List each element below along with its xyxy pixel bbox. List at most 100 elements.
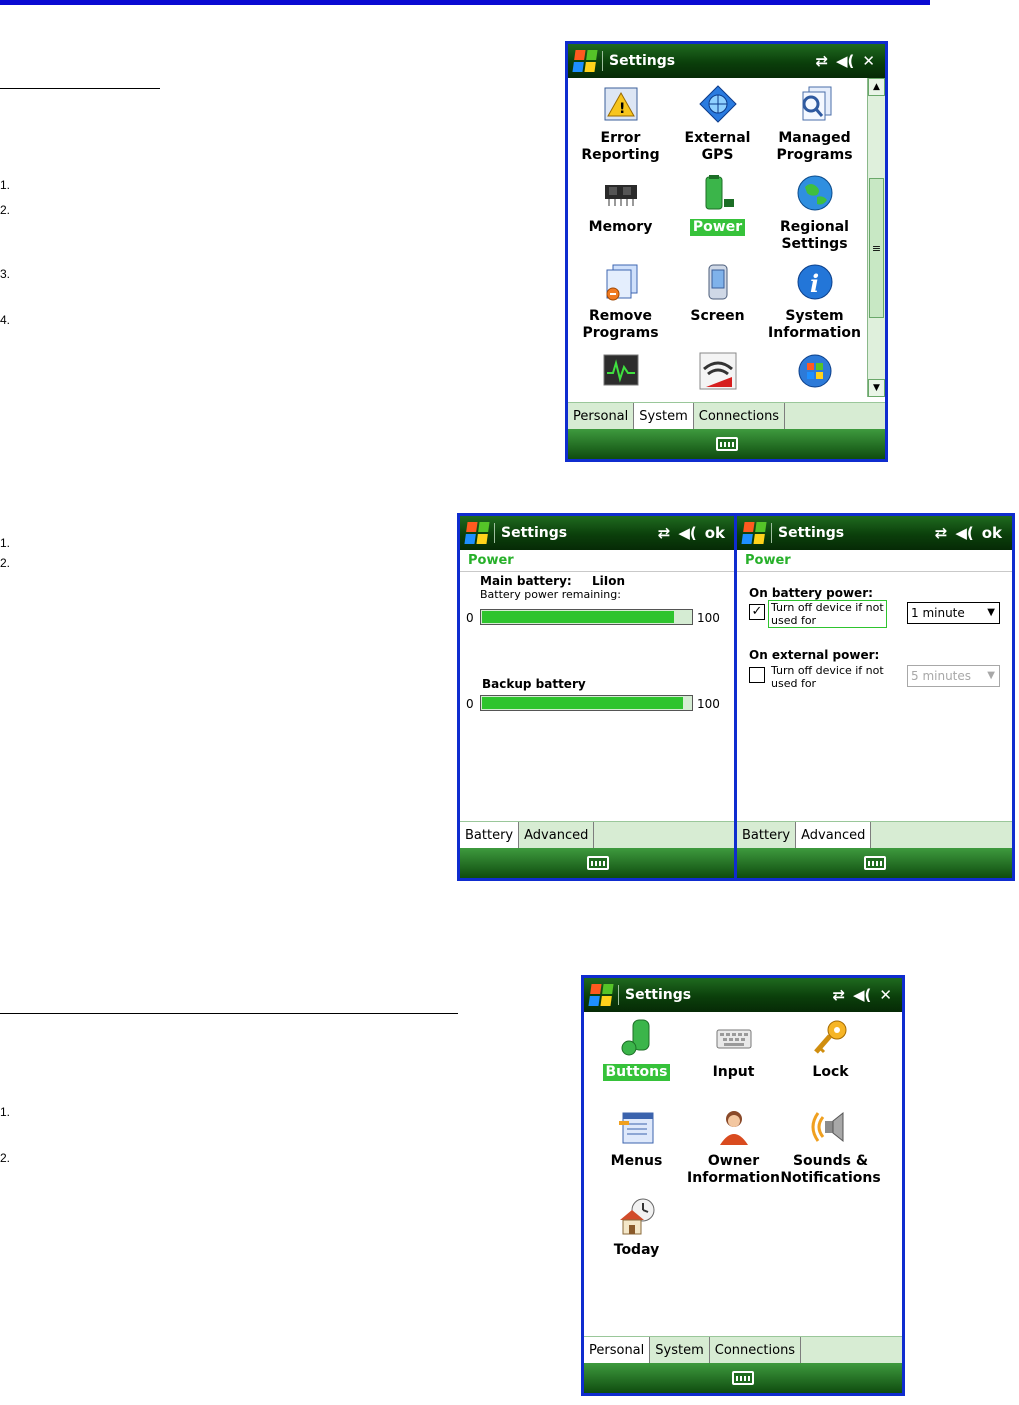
connectivity-icon[interactable]: ⇄	[832, 986, 845, 1004]
backup-battery-level-bar	[480, 695, 693, 711]
title-bar: Settings ⇄ ◀( ok	[737, 516, 1012, 550]
managed-programs-icon	[793, 82, 837, 126]
close-button[interactable]: ✕	[879, 986, 892, 1004]
settings-item-buttons[interactable]: Buttons	[588, 1016, 685, 1105]
scroll-up-button[interactable]: ▲	[868, 78, 885, 96]
chevron-down-icon: ▼	[987, 607, 995, 618]
system-settings-screen: Settings ⇄ ◀( ✕ ! Error Reporting Extern…	[565, 41, 888, 462]
chevron-down-icon: ▼	[987, 670, 995, 681]
scroll-thumb[interactable]: ≡	[869, 178, 884, 318]
ok-button[interactable]: ok	[705, 524, 725, 542]
external-timeout-select[interactable]: 5 minutes ▼	[907, 665, 1000, 687]
item-label: Memory	[588, 219, 653, 235]
scale-min: 0	[466, 697, 474, 711]
window-title: Settings	[609, 53, 676, 69]
settings-item-memory[interactable]: Memory	[572, 171, 669, 260]
selected-value: 1 minute	[911, 606, 965, 620]
keyboard-icon	[712, 1016, 756, 1060]
external-power-heading: On external power:	[749, 648, 880, 662]
tab-system[interactable]: System	[634, 403, 694, 429]
remove-programs-icon	[599, 260, 643, 304]
tab-advanced[interactable]: Advanced	[519, 822, 595, 848]
ok-button[interactable]: ok	[982, 524, 1002, 542]
menu-bar	[584, 1363, 902, 1393]
settings-item-owner-information[interactable]: Owner Information	[685, 1105, 782, 1194]
item-label: GPS	[701, 147, 734, 163]
option-text: used for	[771, 614, 817, 627]
step-number: 4.	[0, 313, 11, 327]
svg-text:i: i	[810, 269, 819, 298]
volume-icon[interactable]: ◀(	[836, 52, 854, 70]
external-timeout-checkbox[interactable]	[749, 667, 765, 683]
item-label: Today	[613, 1242, 660, 1258]
windows-start-icon[interactable]	[464, 522, 490, 544]
scale-min: 0	[466, 611, 474, 625]
tab-system[interactable]: System	[650, 1337, 710, 1363]
power-tabs: Battery Advanced	[737, 821, 1012, 848]
volume-icon[interactable]: ◀(	[853, 986, 871, 1004]
step-number: 2.	[0, 203, 11, 217]
battery-timeout-select[interactable]: 1 minute ▼	[907, 602, 1000, 624]
vertical-scrollbar[interactable]: ▲ ≡ ▼	[867, 78, 885, 397]
volume-icon[interactable]: ◀(	[955, 524, 973, 542]
settings-item-external-gps[interactable]: External GPS	[669, 82, 766, 171]
tab-connections[interactable]: Connections	[710, 1337, 802, 1363]
tab-advanced[interactable]: Advanced	[796, 822, 872, 848]
window-title: Settings	[778, 525, 845, 541]
owner-person-icon	[712, 1105, 756, 1149]
menu-bar	[737, 848, 1012, 878]
settings-item-regional-settings[interactable]: Regional Settings	[766, 171, 863, 260]
item-label: Screen	[690, 308, 745, 324]
settings-item-system-information[interactable]: i System Information	[766, 260, 863, 349]
connectivity-icon[interactable]: ⇄	[935, 524, 948, 542]
tab-personal[interactable]: Personal	[568, 403, 635, 429]
buttons-icon	[615, 1016, 659, 1060]
connectivity-icon[interactable]: ⇄	[658, 524, 671, 542]
settings-item-lock[interactable]: Lock	[782, 1016, 879, 1105]
keyboard-icon[interactable]	[586, 856, 609, 870]
settings-icon-grid: Buttons Input Lock Menus Owner Informati…	[588, 1016, 881, 1283]
settings-item-menus[interactable]: Menus	[588, 1105, 685, 1194]
title-bar: Settings ⇄ ◀( ok	[460, 516, 735, 550]
keyboard-icon[interactable]	[715, 437, 738, 451]
windows-start-icon[interactable]	[588, 984, 614, 1006]
close-button[interactable]: ✕	[862, 52, 875, 70]
keyboard-icon[interactable]	[732, 1371, 754, 1385]
windows-start-icon[interactable]	[741, 522, 767, 544]
battery-timeout-checkbox[interactable]: ✓	[749, 604, 765, 620]
settings-item-input[interactable]: Input	[685, 1016, 782, 1105]
tab-connections[interactable]: Connections	[694, 403, 786, 429]
settings-item-screen[interactable]: Screen	[669, 260, 766, 349]
title-bar: Settings ⇄ ◀( ✕	[568, 44, 885, 78]
memory-icon	[599, 171, 643, 215]
item-label: Information	[768, 325, 861, 341]
settings-icon-grid: ! Error Reporting External GPS Managed P…	[572, 82, 863, 438]
tab-battery[interactable]: Battery	[737, 822, 797, 848]
scroll-down-button[interactable]: ▼	[868, 379, 885, 397]
settings-item-power[interactable]: Power	[669, 171, 766, 260]
step-number: 1.	[0, 1105, 11, 1119]
option-text: Turn off device if not	[771, 601, 884, 614]
power-tabs: Battery Advanced	[460, 821, 735, 848]
backup-battery-level-fill	[482, 697, 683, 709]
main-battery-level-fill	[482, 611, 675, 623]
windows-start-icon[interactable]	[572, 50, 598, 72]
window-title: Settings	[625, 987, 692, 1003]
keyboard-icon[interactable]	[863, 856, 886, 870]
regional-settings-icon	[793, 171, 837, 215]
header-rule	[0, 0, 930, 5]
tab-personal[interactable]: Personal	[584, 1337, 651, 1363]
settings-item-sounds-notifications[interactable]: Sounds & Notifications	[780, 1105, 881, 1194]
volume-icon[interactable]: ◀(	[678, 524, 696, 542]
connectivity-icon[interactable]: ⇄	[815, 52, 828, 70]
menus-icon	[615, 1105, 659, 1149]
tab-battery[interactable]: Battery	[460, 822, 520, 848]
window-title: Settings	[501, 525, 568, 541]
settings-item-error-reporting[interactable]: ! Error Reporting	[572, 82, 669, 171]
step-number: 3.	[0, 267, 11, 281]
option-text: Turn off device if not	[771, 664, 884, 677]
settings-item-managed-programs[interactable]: Managed Programs	[766, 82, 863, 171]
settings-item-remove-programs[interactable]: Remove Programs	[572, 260, 669, 349]
settings-item-today[interactable]: Today	[588, 1194, 685, 1283]
item-label: System	[785, 308, 844, 324]
